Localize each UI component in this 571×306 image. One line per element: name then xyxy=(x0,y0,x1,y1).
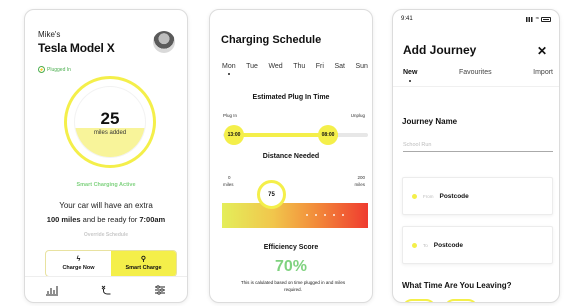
plug-status-icon: ⚡ xyxy=(38,66,45,73)
charge-now-button[interactable]: ϟ Charge Now xyxy=(46,251,111,276)
from-postcode: Postcode xyxy=(439,192,469,200)
distance-gradient-bar[interactable] xyxy=(222,203,368,228)
status-icons: ≈ xyxy=(525,16,551,22)
journey-name-label: Journey Name xyxy=(402,117,458,126)
tab-new[interactable]: New xyxy=(403,69,417,76)
plugged-in-label: Plugged In xyxy=(47,66,71,73)
smart-charge-label: Smart Charge xyxy=(125,265,162,271)
to-postcode: Postcode xyxy=(433,241,464,249)
tab-favourites[interactable]: Favourites xyxy=(459,69,492,76)
status-time: 9:41 xyxy=(401,16,413,22)
distance-max: 200 xyxy=(357,175,365,180)
to-prefix: To xyxy=(423,242,428,248)
charge-mode-toggle: ϟ Charge Now ⚲ Smart Charge xyxy=(45,250,177,277)
extra-miles-mid: and be ready for xyxy=(80,215,140,224)
unplug-label: Unplug xyxy=(350,113,365,118)
extra-miles-amount: 100 miles xyxy=(46,215,81,224)
distance-max-unit: miles xyxy=(354,182,365,187)
efficiency-score: 70% xyxy=(274,258,308,275)
from-prefix: From xyxy=(423,193,434,199)
location-pin-icon xyxy=(412,242,417,248)
efficiency-note: This is calulated based on time plugged … xyxy=(240,280,346,292)
wifi-icon: ≈ xyxy=(535,16,539,22)
charging-schedule-screen: Charging Schedule Mon Tue Wed Thu Fri Sat Sun … xyxy=(209,9,373,303)
hour-input[interactable]: hh xyxy=(402,299,436,302)
ready-time: 7:00am xyxy=(139,215,166,224)
owner-name: Mike's xyxy=(38,30,61,39)
charge-now-label: Charge Now xyxy=(62,265,95,271)
smart-plug-icon: ⚲ xyxy=(140,256,147,263)
miles-added-value: 25 xyxy=(100,109,120,128)
leave-time-label: What Time Are You Leaving? xyxy=(402,281,512,290)
bottom-tab-bar xyxy=(25,276,187,302)
unplug-time-knob[interactable]: 08:00 xyxy=(318,125,338,145)
day-tab[interactable]: Mon xyxy=(222,63,236,70)
car-status-screen: Mike's Tesla Model X ⚡ Plugged In 25 mil… xyxy=(24,9,188,303)
day-tab[interactable]: Tue xyxy=(246,63,258,70)
override-schedule-link[interactable]: Override Schedule xyxy=(25,232,187,238)
extra-miles-line1: Your car will have an extra xyxy=(59,201,153,210)
journey-tabs: New Favourites Import xyxy=(403,69,553,76)
day-selector: Mon Tue Wed Thu Fri Sat Sun xyxy=(222,63,368,70)
miles-added-unit: miles added xyxy=(93,130,127,136)
to-postcode-field[interactable]: To Postcode xyxy=(402,226,553,264)
tabs-divider xyxy=(393,86,559,87)
bar-chart-icon[interactable] xyxy=(45,284,59,296)
user-avatar[interactable] xyxy=(153,31,175,53)
day-tab[interactable]: Thu xyxy=(293,63,305,70)
smart-charge-button[interactable]: ⚲ Smart Charge xyxy=(111,251,176,276)
tab-import[interactable]: Import xyxy=(533,69,553,76)
minute-input[interactable]: mm xyxy=(444,299,478,302)
page-title: Add Journey xyxy=(403,43,477,57)
from-postcode-field[interactable]: From Postcode xyxy=(402,177,553,215)
distance-knob[interactable]: 75 xyxy=(257,180,286,209)
efficiency-heading: Efficiency Score xyxy=(263,244,319,251)
plug-icon[interactable] xyxy=(99,284,113,296)
plugged-in-status: ⚡ Plugged In xyxy=(38,66,71,73)
day-tab[interactable]: Sun xyxy=(355,63,367,70)
battery-icon xyxy=(541,16,551,22)
add-journey-screen: 9:41 ≈ Add Journey ✕ New Favourites Import… xyxy=(392,9,560,303)
distance-min-unit: miles xyxy=(223,182,234,187)
distance-min: 0 xyxy=(228,175,231,180)
distance-heading: Distance Needed xyxy=(262,153,320,160)
plugin-time-heading: Estimated Plug In Time xyxy=(252,94,330,101)
close-icon[interactable]: ✕ xyxy=(537,44,547,58)
journey-name-input[interactable] xyxy=(403,138,553,152)
plug-in-label: Plug In xyxy=(223,113,238,118)
smart-charging-status: Smart Charging Active xyxy=(76,182,136,188)
gauge-core: 25 miles added xyxy=(75,87,145,157)
plug-in-time-knob[interactable]: 13:00 xyxy=(224,125,244,145)
day-tab[interactable]: Fri xyxy=(316,63,324,70)
miles-added-gauge: 25 miles added xyxy=(64,76,156,168)
car-model-title: Tesla Model X xyxy=(38,41,115,55)
sliders-icon[interactable] xyxy=(153,284,167,296)
distance-dots xyxy=(306,214,344,216)
extra-miles-line2: 100 miles and be ready for 7:00am xyxy=(25,215,187,224)
lightning-icon: ϟ xyxy=(76,256,81,263)
location-pin-icon xyxy=(412,193,417,199)
page-title: Charging Schedule xyxy=(221,34,322,46)
signal-icon xyxy=(525,16,534,22)
day-tab[interactable]: Sat xyxy=(334,63,345,70)
day-tab[interactable]: Wed xyxy=(268,63,282,70)
